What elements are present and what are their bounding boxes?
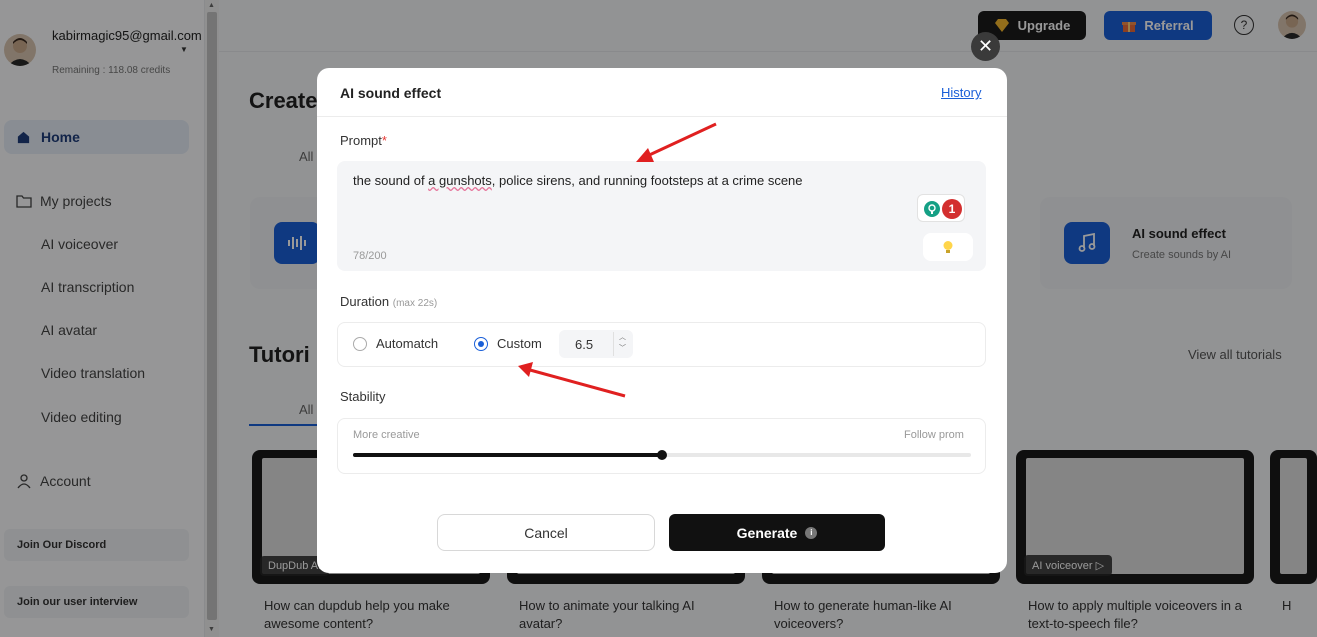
stability-control: More creative Follow prom bbox=[337, 418, 986, 474]
cancel-button[interactable]: Cancel bbox=[437, 514, 655, 551]
info-icon[interactable]: i bbox=[805, 526, 818, 539]
duration-label: Duration (max 22s) bbox=[340, 294, 438, 309]
lightbulb-icon[interactable] bbox=[923, 233, 973, 261]
character-count: 78/200 bbox=[353, 250, 387, 262]
prompt-label: Prompt* bbox=[340, 133, 387, 148]
stability-max-label: Follow prom bbox=[904, 429, 964, 441]
generate-button[interactable]: Generate i bbox=[669, 514, 885, 551]
grammarly-icon bbox=[924, 201, 940, 217]
close-icon[interactable]: ✕ bbox=[971, 32, 1000, 61]
spelling-error[interactable]: a gunshots bbox=[428, 173, 492, 188]
history-link[interactable]: History bbox=[941, 85, 981, 100]
dialog-title: AI sound effect bbox=[340, 85, 442, 101]
duration-value[interactable]: 6.5 bbox=[575, 337, 593, 352]
ai-sound-effect-dialog: AI sound effect History Prompt* the soun… bbox=[317, 68, 1007, 573]
grammar-issue-count: 1 bbox=[942, 199, 962, 219]
stepper-arrows[interactable]: ︿ ﹀ bbox=[613, 332, 631, 356]
prompt-textarea[interactable]: the sound of a gunshots, police sirens, … bbox=[337, 161, 986, 271]
chevron-up-icon[interactable]: ︿ bbox=[614, 332, 631, 343]
duration-stepper[interactable]: 6.5 ︿ ﹀ bbox=[559, 330, 633, 358]
prompt-text: the sound of a gunshots, police sirens, … bbox=[353, 173, 803, 188]
custom-label[interactable]: Custom bbox=[497, 336, 542, 351]
stability-label: Stability bbox=[340, 389, 386, 404]
slider-fill bbox=[353, 453, 662, 457]
stability-min-label: More creative bbox=[353, 429, 420, 441]
chevron-down-icon[interactable]: ﹀ bbox=[614, 343, 631, 354]
divider bbox=[317, 116, 1007, 117]
automatch-label[interactable]: Automatch bbox=[376, 336, 438, 351]
custom-radio[interactable] bbox=[474, 337, 488, 351]
automatch-radio[interactable] bbox=[353, 337, 367, 351]
slider-handle[interactable] bbox=[657, 450, 667, 460]
generate-label: Generate bbox=[736, 524, 798, 541]
grammar-checker-badge[interactable]: 1 bbox=[917, 194, 965, 222]
duration-options: Automatch Custom 6.5 ︿ ﹀ bbox=[337, 322, 986, 367]
stability-slider[interactable] bbox=[353, 450, 971, 460]
